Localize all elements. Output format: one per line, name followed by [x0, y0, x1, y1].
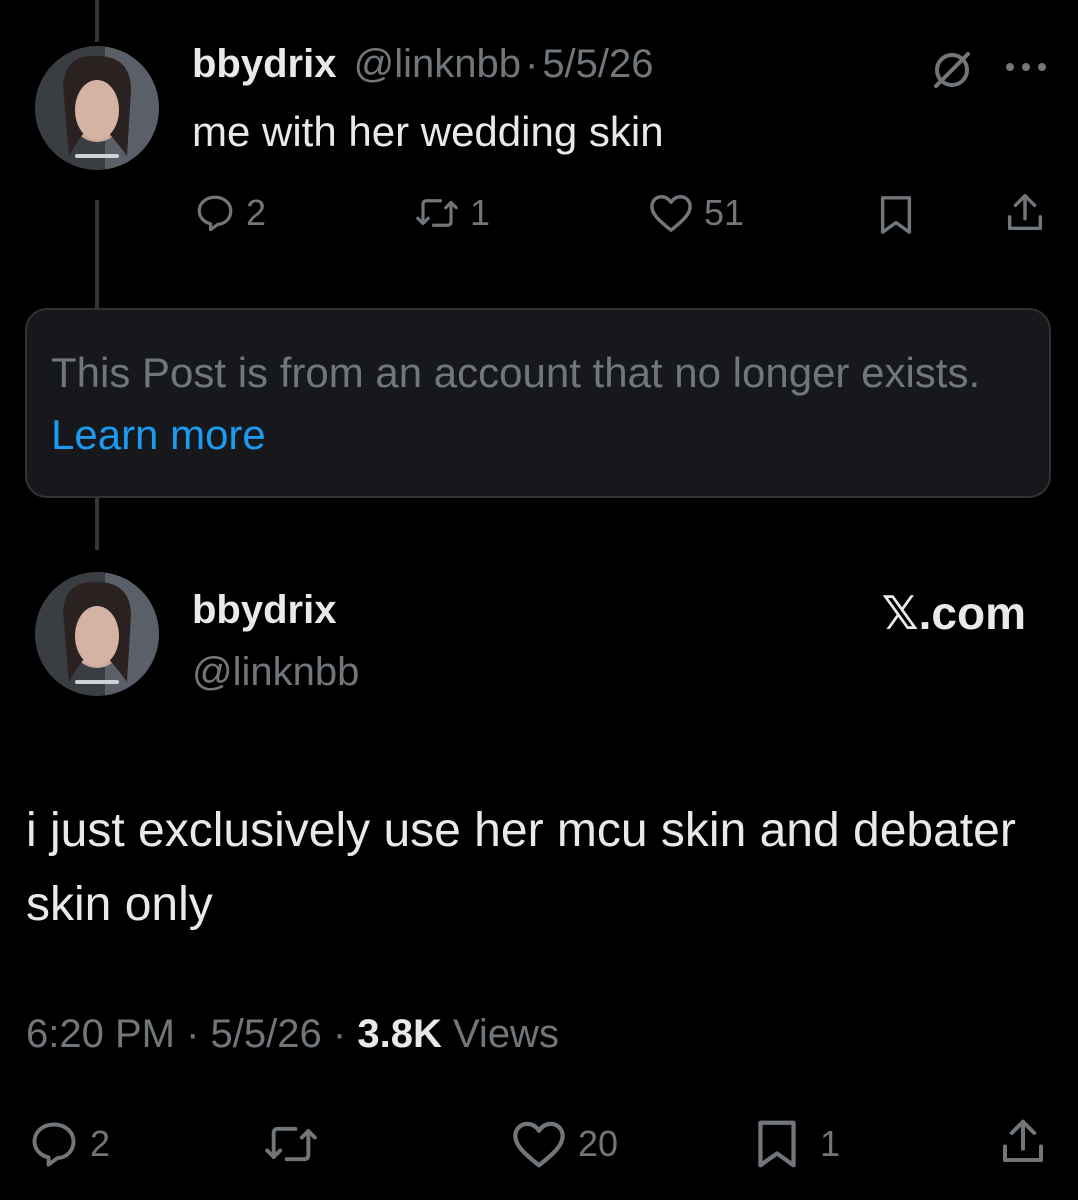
bookmark-button[interactable]: 1 [752, 1118, 840, 1170]
reply-icon [32, 1122, 76, 1167]
views-count: 3.8K [357, 1012, 442, 1056]
post-time[interactable]: 6:20 PM [26, 1012, 175, 1056]
avatar[interactable] [35, 572, 159, 696]
avatar[interactable] [35, 46, 159, 170]
bookmark-icon[interactable] [876, 194, 916, 241]
handle[interactable]: @linknbb [192, 650, 359, 695]
handle[interactable]: @linknbb [354, 42, 521, 86]
reply-button[interactable]: 2 [194, 192, 266, 234]
like-count: 51 [704, 192, 745, 233]
repost-icon [265, 1126, 317, 1162]
reply-count: 2 [246, 192, 267, 233]
display-name[interactable]: bbydrix [192, 588, 336, 633]
notice-text: This Post is from an account that no lon… [51, 349, 981, 396]
post-header: bbydrix @linknbb · 5/5/26 [192, 42, 654, 87]
avatar-image [35, 46, 159, 170]
separator: · [332, 1012, 347, 1056]
reply-button[interactable]: 2 [28, 1118, 110, 1170]
like-icon [513, 1121, 565, 1168]
more-icon[interactable] [1004, 60, 1048, 79]
learn-more-link[interactable]: Learn more [51, 411, 266, 458]
post-text: me with her wedding skin [192, 108, 664, 155]
like-button[interactable]: 51 [648, 192, 744, 234]
notice-message: This Post is from an account that no lon… [51, 342, 1031, 466]
thread-line-bottom [95, 498, 99, 550]
x-com-badge[interactable]: 𝕏.com [882, 586, 1026, 640]
like-count: 20 [578, 1123, 619, 1164]
post-text: i just exclusively use her mcu skin and … [26, 804, 1016, 931]
separator: · [186, 1012, 200, 1056]
repost-button[interactable]: 1 [414, 192, 490, 234]
post-date[interactable]: 5/5/26 [542, 42, 653, 86]
repost-button[interactable] [262, 1118, 330, 1170]
reply-icon [197, 195, 233, 232]
post-meta: 6:20 PM · 5/5/26 · 3.8K Views [26, 1012, 559, 1057]
avatar-image [35, 572, 159, 696]
views-label: Views [452, 1012, 559, 1056]
share-icon[interactable] [996, 1114, 1050, 1175]
no-entry-icon[interactable] [928, 46, 976, 99]
repost-icon [416, 199, 458, 227]
bookmark-count: 1 [820, 1123, 841, 1164]
thread-line-top [95, 0, 99, 42]
deleted-account-notice: This Post is from an account that no lon… [25, 308, 1051, 498]
separator: · [524, 42, 539, 86]
share-icon[interactable] [1002, 190, 1048, 241]
thread-line-middle [95, 200, 99, 308]
bookmark-icon [758, 1120, 796, 1168]
like-button[interactable]: 20 [510, 1118, 618, 1170]
repost-count: 1 [470, 192, 491, 233]
reply-count: 2 [90, 1123, 111, 1164]
like-icon [650, 195, 692, 232]
display-name[interactable]: bbydrix [192, 42, 336, 86]
post-date[interactable]: 5/5/26 [211, 1012, 322, 1056]
